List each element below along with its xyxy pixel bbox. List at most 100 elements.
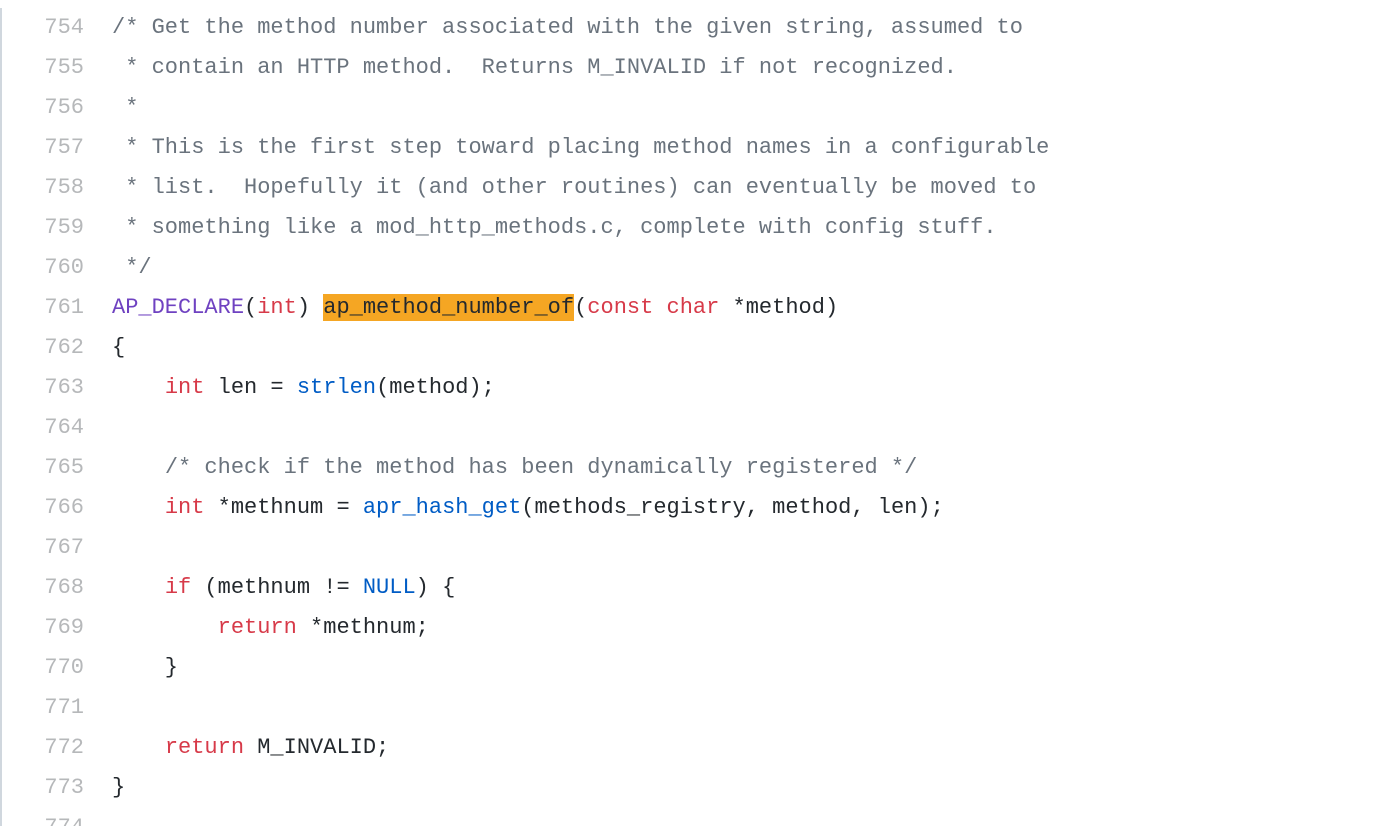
code-content: * something like a mod_http_methods.c, c…: [112, 208, 997, 248]
line-number: 768: [2, 568, 112, 608]
code-line[interactable]: 772 return M_INVALID;: [2, 728, 1380, 768]
token: [653, 295, 666, 320]
line-number: 772: [2, 728, 112, 768]
line-number: 774: [2, 808, 112, 826]
line-number: 773: [2, 768, 112, 808]
token: ): [297, 295, 323, 320]
token-comment: * contain an HTTP method. Returns M_INVA…: [112, 55, 957, 80]
token-keyword-red: if: [165, 575, 191, 600]
code-viewer: 754/* Get the method number associated w…: [0, 8, 1380, 826]
token: [112, 455, 165, 480]
token-keyword-red: return: [165, 735, 244, 760]
token-highlight: ap_method_number_of: [323, 294, 574, 321]
token-comment: * list. Hopefully it (and other routines…: [112, 175, 1036, 200]
token-comment: */: [112, 255, 152, 280]
code-content: * contain an HTTP method. Returns M_INVA…: [112, 48, 957, 88]
token: (method);: [376, 375, 495, 400]
token: M_INVALID;: [244, 735, 389, 760]
token-keyword-red: int: [165, 375, 205, 400]
code-line[interactable]: 767: [2, 528, 1380, 568]
token: (: [244, 295, 257, 320]
token: len =: [204, 375, 296, 400]
token-keyword-red: int: [257, 295, 297, 320]
line-number: 765: [2, 448, 112, 488]
line-number: 759: [2, 208, 112, 248]
code-content: *: [112, 88, 138, 128]
code-content: /* check if the method has been dynamica…: [112, 448, 917, 488]
code-line[interactable]: 755 * contain an HTTP method. Returns M_…: [2, 48, 1380, 88]
code-line[interactable]: 770 }: [2, 648, 1380, 688]
code-line[interactable]: 768 if (methnum != NULL) {: [2, 568, 1380, 608]
token: (methods_registry, method, len);: [521, 495, 943, 520]
token: (methnum !=: [191, 575, 363, 600]
token: [112, 615, 218, 640]
token-comment: /* Get the method number associated with…: [112, 15, 1023, 40]
token-func-blue: NULL: [363, 575, 416, 600]
code-line[interactable]: 774: [2, 808, 1380, 826]
code-line[interactable]: 759 * something like a mod_http_methods.…: [2, 208, 1380, 248]
line-number: 758: [2, 168, 112, 208]
code-content: */: [112, 248, 152, 288]
token: }: [112, 655, 178, 680]
code-line[interactable]: 758 * list. Hopefully it (and other rout…: [2, 168, 1380, 208]
token-comment: * This is the first step toward placing …: [112, 135, 1049, 160]
code-content: /* Get the method number associated with…: [112, 8, 1023, 48]
code-line[interactable]: 773}: [2, 768, 1380, 808]
code-line[interactable]: 756 *: [2, 88, 1380, 128]
code-content: }: [112, 648, 178, 688]
line-number: 755: [2, 48, 112, 88]
line-number: 770: [2, 648, 112, 688]
token: [112, 375, 165, 400]
code-content: return *methnum;: [112, 608, 429, 648]
line-number: 761: [2, 288, 112, 328]
token-comment: *: [112, 95, 138, 120]
line-number: 769: [2, 608, 112, 648]
code-line[interactable]: 754/* Get the method number associated w…: [2, 8, 1380, 48]
token-keyword-red: const: [587, 295, 653, 320]
token: *method): [719, 295, 838, 320]
line-number: 767: [2, 528, 112, 568]
code-content: {: [112, 328, 125, 368]
token: }: [112, 775, 125, 800]
token: [112, 575, 165, 600]
token: {: [112, 335, 125, 360]
token-comment: * something like a mod_http_methods.c, c…: [112, 215, 997, 240]
token: (: [574, 295, 587, 320]
code-line[interactable]: 766 int *methnum = apr_hash_get(methods_…: [2, 488, 1380, 528]
code-content: * list. Hopefully it (and other routines…: [112, 168, 1036, 208]
token-comment: /* check if the method has been dynamica…: [165, 455, 918, 480]
token-func-blue: strlen: [297, 375, 376, 400]
code-line[interactable]: 769 return *methnum;: [2, 608, 1380, 648]
line-number: 762: [2, 328, 112, 368]
line-number: 766: [2, 488, 112, 528]
token-func-blue: apr_hash_get: [363, 495, 521, 520]
line-number: 757: [2, 128, 112, 168]
code-line[interactable]: 764: [2, 408, 1380, 448]
code-line[interactable]: 761AP_DECLARE(int) ap_method_number_of(c…: [2, 288, 1380, 328]
code-line[interactable]: 763 int len = strlen(method);: [2, 368, 1380, 408]
code-content: int len = strlen(method);: [112, 368, 495, 408]
code-line[interactable]: 765 /* check if the method has been dyna…: [2, 448, 1380, 488]
code-content: }: [112, 768, 125, 808]
token-keyword-red: int: [165, 495, 205, 520]
line-number: 760: [2, 248, 112, 288]
token: [112, 735, 165, 760]
code-line[interactable]: 771: [2, 688, 1380, 728]
token-keyword-purple: AP_DECLARE: [112, 295, 244, 320]
token-keyword-red: return: [218, 615, 297, 640]
code-content: return M_INVALID;: [112, 728, 389, 768]
code-content: int *methnum = apr_hash_get(methods_regi…: [112, 488, 944, 528]
code-line[interactable]: 762{: [2, 328, 1380, 368]
line-number: 763: [2, 368, 112, 408]
token: *methnum;: [297, 615, 429, 640]
line-number: 771: [2, 688, 112, 728]
code-content: * This is the first step toward placing …: [112, 128, 1049, 168]
token: [112, 495, 165, 520]
line-number: 754: [2, 8, 112, 48]
code-line[interactable]: 757 * This is the first step toward plac…: [2, 128, 1380, 168]
line-number: 756: [2, 88, 112, 128]
line-number: 764: [2, 408, 112, 448]
token: ) {: [416, 575, 456, 600]
code-line[interactable]: 760 */: [2, 248, 1380, 288]
token-keyword-red: char: [667, 295, 720, 320]
